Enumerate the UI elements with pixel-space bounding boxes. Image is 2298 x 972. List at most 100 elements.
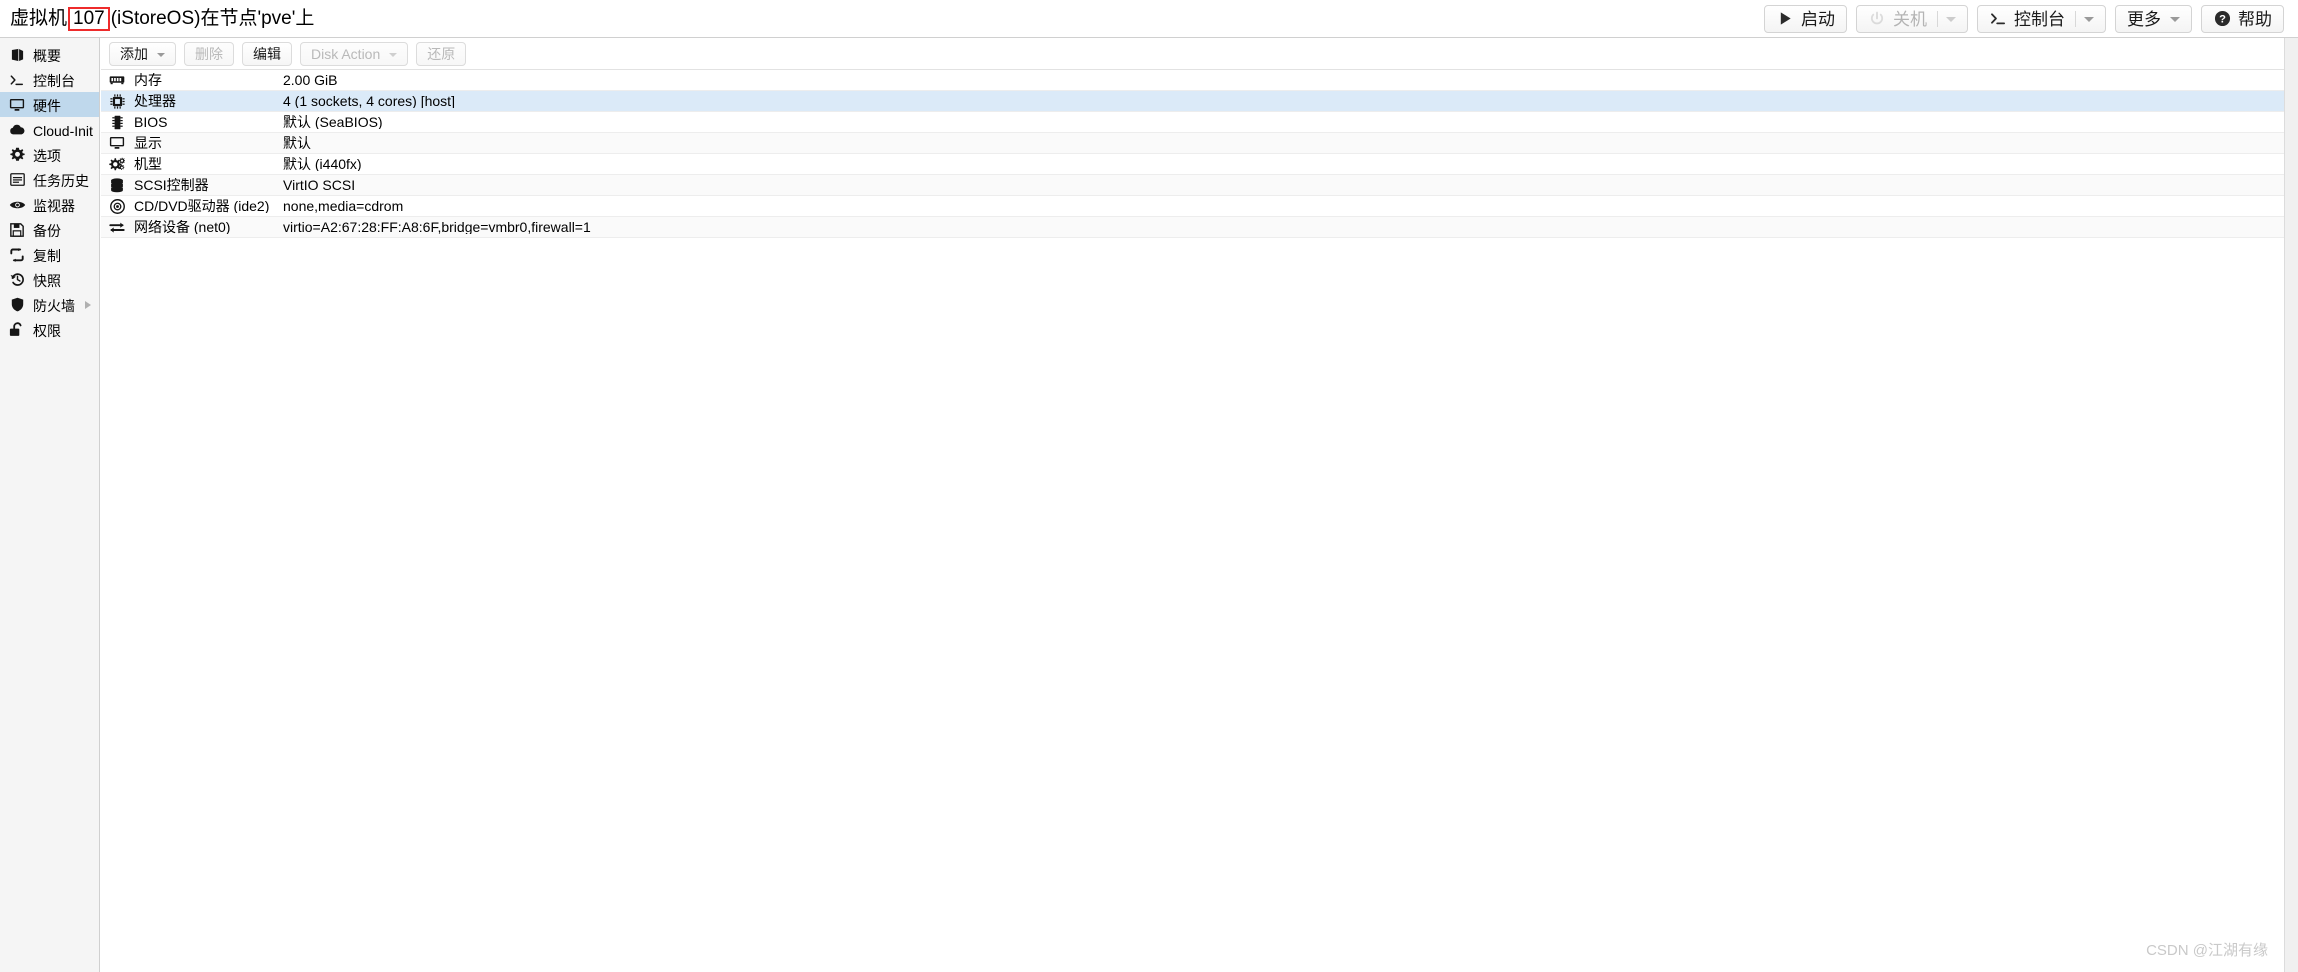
hardware-key: 网络设备 (net0) (134, 220, 231, 234)
hardware-key: 处理器 (134, 94, 176, 108)
sidebar-item-snapshots[interactable]: 快照 (0, 267, 99, 292)
eye-icon (8, 197, 26, 213)
table-row[interactable]: BIOS 默认 (SeaBIOS) (101, 112, 2298, 133)
monitor-icon (8, 97, 26, 113)
sidebar-item-permissions[interactable]: 权限 (0, 317, 99, 342)
shutdown-split-divider (1937, 10, 1938, 27)
svg-text:?: ? (2219, 14, 2226, 26)
vertical-scrollbar[interactable] (2284, 38, 2298, 972)
more-menu-button[interactable]: 更多 (2115, 4, 2192, 33)
remove-hardware-label: 删除 (195, 46, 223, 62)
sidebar-item-label: 控制台 (33, 72, 75, 89)
table-row[interactable]: 机型 默认 (i440fx) (101, 154, 2298, 175)
table-row[interactable]: 处理器 4 (1 sockets, 4 cores) [host] (101, 91, 2298, 112)
hardware-value: 4 (1 sockets, 4 cores) [host] (283, 94, 455, 108)
table-row[interactable]: 显示 默认 (101, 133, 2298, 154)
edit-hardware-label: 编辑 (253, 46, 281, 62)
header-button-group: 启动 关机 控制台 更多 ? 帮助 (1764, 4, 2284, 33)
hardware-value: 默认 (SeaBIOS) (283, 115, 383, 129)
sidebar-item-label: 复制 (33, 247, 61, 264)
sidebar-item-summary[interactable]: 概要 (0, 42, 99, 67)
memory-icon (105, 75, 129, 85)
hardware-key: 机型 (134, 157, 162, 171)
book-icon (8, 47, 26, 63)
sidebar-item-label: 权限 (33, 322, 61, 339)
chevron-down-icon (2170, 17, 2180, 22)
hardware-key: BIOS (134, 115, 168, 129)
hardware-value: 2.00 GiB (283, 73, 338, 87)
chevron-right-icon (85, 300, 91, 309)
page-header: 虚拟机 107 (iStoreOS)在节点'pve'上 启动 关机 控制台 更多… (0, 0, 2298, 38)
sidebar-item-options[interactable]: 选项 (0, 142, 99, 167)
chevron-down-icon (157, 52, 165, 57)
monitor-icon (105, 136, 129, 150)
chevron-down-icon[interactable] (2084, 17, 2094, 22)
vm-sidebar-nav: 概要 控制台 硬件 Cloud-Init 选项 任务历史 监视器 备份 复制 快… (0, 38, 100, 972)
proxmox-vm-hardware-page: 虚拟机 107 (iStoreOS)在节点'pve'上 启动 关机 控制台 更多… (0, 0, 2298, 972)
chevron-down-icon[interactable] (1946, 17, 1956, 22)
page-title: 虚拟机 107 (iStoreOS)在节点'pve'上 (10, 6, 315, 31)
console-label: 控制台 (2014, 10, 2065, 29)
help-icon: ? (2213, 10, 2231, 28)
vmid-highlight-box: 107 (68, 6, 110, 31)
table-row[interactable]: CD/DVD驱动器 (ide2) none,media=cdrom (101, 196, 2298, 217)
add-hardware-label: 添加 (120, 46, 148, 62)
table-row[interactable]: 内存 2.00 GiB (101, 70, 2298, 91)
sidebar-item-label: 备份 (33, 222, 61, 239)
hardware-panel: 添加 删除 编辑 Disk Action 还原 内存 2.00 GiB 处理器 … (101, 38, 2298, 972)
console-split-divider (2075, 10, 2076, 27)
terminal-icon (1989, 10, 2007, 28)
sidebar-item-label: 快照 (33, 272, 61, 289)
hardware-key: SCSI控制器 (134, 178, 209, 192)
sidebar-item-hardware[interactable]: 硬件 (0, 92, 99, 117)
hardware-value: VirtIO SCSI (283, 178, 356, 192)
sidebar-item-firewall[interactable]: 防火墙 (0, 292, 99, 317)
gear-icon (8, 147, 26, 163)
start-vm-label: 启动 (1801, 10, 1835, 29)
revert-label: 还原 (427, 46, 456, 62)
watermark: CSDN @江湖有缘 (2146, 942, 2268, 959)
hardware-value: none,media=cdrom (283, 199, 404, 213)
floppy-icon (8, 222, 26, 238)
sidebar-item-label: 防火墙 (33, 297, 75, 314)
sidebar-item-label: Cloud-Init (33, 122, 93, 139)
shutdown-vm-button[interactable]: 关机 (1856, 4, 1968, 33)
sidebar-item-replication[interactable]: 复制 (0, 242, 99, 267)
history-icon (8, 272, 26, 288)
sidebar-item-monitor[interactable]: 监视器 (0, 192, 99, 217)
database-icon (105, 177, 129, 193)
sidebar-item-label: 概要 (33, 47, 61, 64)
hardware-key: CD/DVD驱动器 (ide2) (134, 199, 270, 213)
sidebar-item-cloud-init[interactable]: Cloud-Init (0, 117, 99, 142)
more-menu-label: 更多 (2127, 10, 2161, 29)
edit-hardware-button[interactable]: 编辑 (242, 41, 292, 66)
start-vm-button[interactable]: 启动 (1764, 4, 1847, 33)
shield-icon (8, 297, 26, 313)
page-title-suffix: (iStoreOS)在节点'pve'上 (110, 7, 315, 29)
terminal-icon (8, 72, 26, 88)
sidebar-item-backup[interactable]: 备份 (0, 217, 99, 242)
page-title-prefix: 虚拟机 (10, 7, 68, 29)
refresh-icon (8, 247, 26, 263)
cpu-icon (105, 93, 129, 109)
hardware-key: 显示 (134, 136, 162, 150)
disk-action-button[interactable]: Disk Action (300, 41, 409, 66)
help-label: 帮助 (2238, 10, 2272, 29)
sidebar-item-task-history[interactable]: 任务历史 (0, 167, 99, 192)
hardware-value: virtio=A2:67:28:FF:A8:6F,bridge=vmbr0,fi… (283, 220, 591, 234)
hardware-table: 内存 2.00 GiB 处理器 4 (1 sockets, 4 cores) [… (101, 70, 2298, 238)
power-icon (1868, 10, 1886, 28)
add-hardware-button[interactable]: 添加 (109, 41, 176, 66)
console-button[interactable]: 控制台 (1977, 4, 2106, 33)
cloud-icon (8, 122, 26, 138)
hardware-value: 默认 (i440fx) (283, 157, 362, 171)
disc-icon (105, 198, 129, 214)
table-row[interactable]: 网络设备 (net0) virtio=A2:67:28:FF:A8:6F,bri… (101, 217, 2298, 238)
sidebar-item-label: 选项 (33, 147, 61, 164)
chevron-down-icon (389, 52, 398, 57)
sidebar-item-console[interactable]: 控制台 (0, 67, 99, 92)
revert-button[interactable]: 还原 (416, 41, 467, 66)
remove-hardware-button[interactable]: 删除 (184, 41, 234, 66)
help-button[interactable]: ? 帮助 (2201, 4, 2284, 33)
table-row[interactable]: SCSI控制器 VirtIO SCSI (101, 175, 2298, 196)
